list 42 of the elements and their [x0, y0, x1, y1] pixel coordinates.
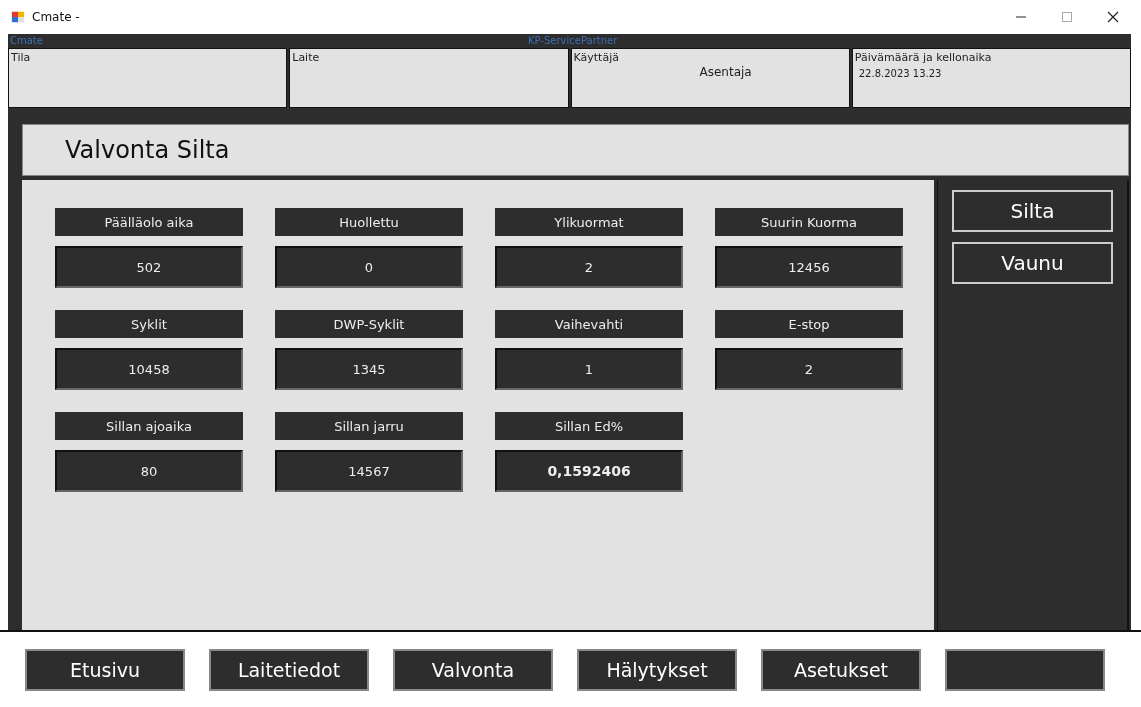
reading-value: 1: [495, 348, 683, 390]
info-label: Laite: [292, 51, 321, 64]
reading-label: Ylikuormat: [495, 208, 683, 236]
info-label: Tila: [11, 51, 32, 64]
nav-button[interactable]: Hälytykset: [577, 648, 737, 691]
reading-value: 2: [715, 348, 903, 390]
reading-label: Sillan Ed%: [495, 412, 683, 440]
reading-value: 14567: [275, 450, 463, 492]
reading-value: 0,1592406: [495, 450, 683, 492]
reading-value: 10458: [55, 348, 243, 390]
reading-label: E-stop: [715, 310, 903, 338]
nav-button[interactable]: Etusivu: [25, 648, 185, 691]
info-label: Käyttäjä: [573, 51, 620, 64]
close-icon[interactable]: [1107, 11, 1119, 23]
reading-label: Huollettu: [275, 208, 463, 236]
reading-value: 0: [275, 246, 463, 288]
app-icon: [10, 10, 26, 24]
reading-value: 502: [55, 246, 243, 288]
nav-button[interactable]: Valvonta: [393, 648, 553, 691]
company-name: KP-ServicePartner: [528, 34, 618, 48]
app-name: Cmate: [10, 35, 43, 46]
info-value: Asentaja: [699, 65, 752, 79]
nav-button[interactable]: Laitetiedot: [209, 648, 369, 691]
side-button[interactable]: Silta: [952, 190, 1113, 232]
reading-label: Sillan ajoaika: [55, 412, 243, 440]
reading-label: Sillan jarru: [275, 412, 463, 440]
reading-label: Syklit: [55, 310, 243, 338]
side-button[interactable]: Vaunu: [952, 242, 1113, 284]
page-title: Valvonta Silta: [65, 136, 230, 164]
nav-button[interactable]: Asetukset: [761, 648, 921, 691]
reading-value: 1345: [275, 348, 463, 390]
reading-label: Vaihevahti: [495, 310, 683, 338]
reading-value: 12456: [715, 246, 903, 288]
reading-value: 2: [495, 246, 683, 288]
reading-label: Suurin Kuorma: [715, 208, 903, 236]
reading-label: Päälläolo aika: [55, 208, 243, 236]
info-value: 22.8.2023 13.23: [858, 68, 943, 79]
reading-label: DWP-Syklit: [275, 310, 463, 338]
blank-button[interactable]: [945, 648, 1105, 691]
reading-value: 80: [55, 450, 243, 492]
window-title: Cmate -: [32, 10, 80, 24]
info-label: Päivämäärä ja kellonaika: [854, 51, 993, 64]
